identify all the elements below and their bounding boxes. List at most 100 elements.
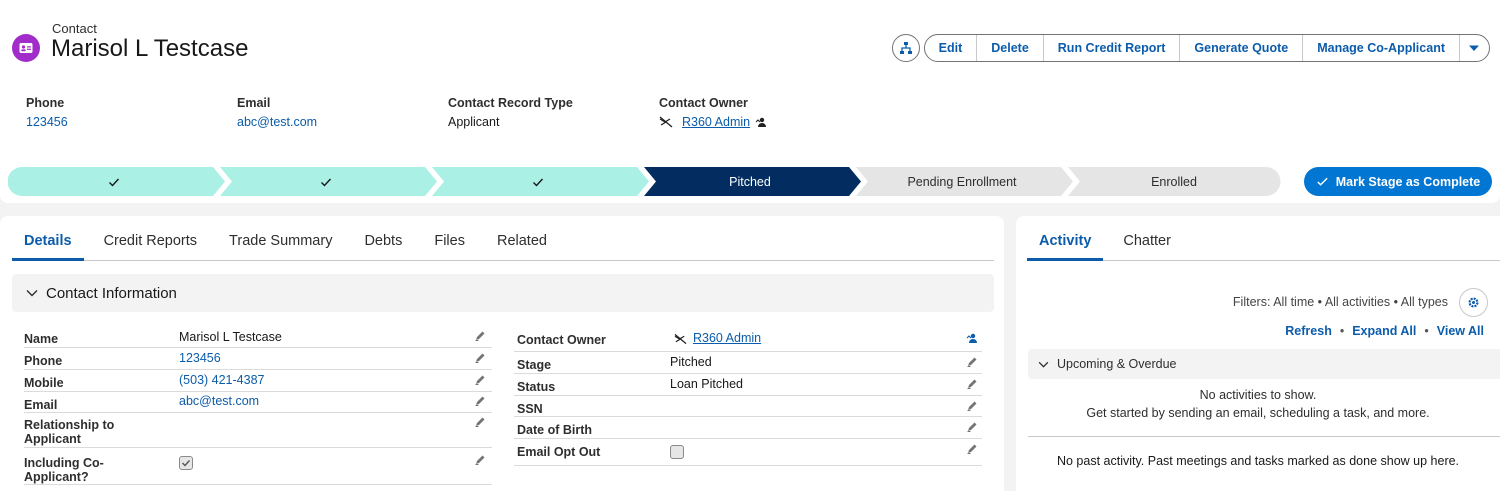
pencil-icon[interactable]: [474, 352, 486, 364]
pencil-icon[interactable]: [966, 400, 978, 412]
tab-details[interactable]: Details: [12, 230, 84, 261]
manage-co-applicant-button[interactable]: Manage Co-Applicant: [1303, 35, 1460, 61]
pencil-icon[interactable]: [966, 378, 978, 390]
path-stage-label: Pending Enrollment: [907, 174, 1017, 189]
generate-quote-button[interactable]: Generate Quote: [1180, 35, 1304, 61]
activity-card: Activity Chatter Filters: All time • All…: [1016, 216, 1500, 491]
highlight-owner-label: Contact Owner: [659, 96, 748, 110]
fields-right-column: Contact Owner R360 Admin Stage Pitched S…: [514, 326, 982, 466]
user-avatar-icon: [659, 116, 673, 128]
field-value-link[interactable]: (503) 421-4387: [179, 373, 264, 387]
stage-path-bar: Pitched Pending Enrollment Enrolled Mark…: [0, 160, 1500, 203]
edit-button[interactable]: Edit: [925, 35, 978, 61]
owner-link[interactable]: R360 Admin: [682, 115, 750, 129]
record-header: Contact Marisol L Testcase Edit Delete R…: [0, 0, 1500, 160]
chevron-down-icon: [1038, 361, 1049, 368]
run-credit-report-button[interactable]: Run Credit Report: [1044, 35, 1181, 61]
change-owner-icon[interactable]: [966, 332, 978, 344]
upcoming-overdue-section[interactable]: Upcoming & Overdue: [1028, 349, 1500, 379]
path-stage-6[interactable]: Enrolled: [1068, 167, 1281, 196]
field-value: Pitched: [670, 355, 712, 369]
path-stage-current[interactable]: Pitched: [644, 167, 861, 196]
pencil-icon[interactable]: [966, 356, 978, 368]
field-row: Mobile (503) 421-4387: [24, 370, 492, 392]
tab-credit-reports[interactable]: Credit Reports: [92, 230, 209, 261]
divider: [1028, 436, 1500, 437]
change-owner-icon[interactable]: [755, 116, 767, 128]
path-stage-3[interactable]: [432, 167, 649, 196]
hierarchy-icon: [899, 42, 912, 54]
gear-icon: [1468, 297, 1479, 308]
highlight-phone-label: Phone: [26, 96, 65, 110]
path-stage-2[interactable]: [220, 167, 437, 196]
pencil-icon[interactable]: [474, 330, 486, 342]
activity-settings-button[interactable]: [1459, 288, 1488, 317]
field-label: Name: [24, 332, 59, 346]
field-label: Contact Owner: [517, 333, 606, 347]
tab-chatter[interactable]: Chatter: [1111, 230, 1183, 261]
past-activity-text: No past activity. Past meetings and task…: [1056, 454, 1460, 468]
tab-files[interactable]: Files: [422, 230, 477, 261]
pencil-icon[interactable]: [474, 454, 486, 466]
stage-path: Pitched Pending Enrollment Enrolled: [8, 167, 1281, 196]
field-label: Relationship to Applicant: [24, 418, 115, 446]
record-tabs: Details Credit Reports Trade Summary Deb…: [12, 230, 994, 261]
user-avatar-icon: [674, 333, 687, 345]
field-value-link[interactable]: 123456: [179, 351, 221, 365]
mark-stage-complete-label: Mark Stage as Complete: [1335, 174, 1481, 189]
highlight-record-type-label: Contact Record Type: [448, 96, 573, 110]
field-row: Phone 123456: [24, 348, 492, 370]
field-row: Name Marisol L Testcase: [24, 326, 492, 348]
field-row: Including Co-Applicant?: [24, 448, 492, 485]
highlight-record-type-value: Applicant: [448, 115, 500, 129]
highlight-email-value[interactable]: abc@test.com: [237, 115, 317, 129]
pencil-icon[interactable]: [474, 416, 486, 428]
tab-activity[interactable]: Activity: [1027, 230, 1104, 261]
more-actions-button[interactable]: [1460, 35, 1489, 61]
activity-tabs: Activity Chatter: [1027, 230, 1500, 261]
field-label: Stage: [517, 358, 552, 372]
field-row: Relationship to Applicant: [24, 413, 492, 448]
highlight-owner: Contact Owner R360 Admin: [659, 96, 767, 129]
contact-icon: [12, 34, 40, 62]
action-button-group: Edit Delete Run Credit Report Generate Q…: [923, 34, 1490, 62]
tab-trade-summary[interactable]: Trade Summary: [217, 230, 344, 261]
expand-all-link[interactable]: Expand All: [1352, 324, 1416, 338]
section-title: Contact Information: [46, 284, 177, 302]
pencil-icon[interactable]: [474, 395, 486, 407]
field-label: SSN: [517, 402, 543, 416]
highlight-email-label: Email: [237, 96, 271, 110]
field-row: Status Loan Pitched: [514, 374, 982, 396]
activity-links: Refresh • Expand All • View All: [1285, 324, 1484, 338]
pencil-icon[interactable]: [966, 421, 978, 433]
checkmark-icon: [321, 178, 332, 187]
details-card: Details Credit Reports Trade Summary Deb…: [0, 216, 1004, 491]
page-title: Marisol L Testcase: [51, 35, 249, 62]
field-row: Email abc@test.com: [24, 392, 492, 413]
section-header[interactable]: Contact Information: [12, 274, 994, 312]
upcoming-title: Upcoming & Overdue: [1057, 357, 1177, 371]
checkmark-icon: [109, 178, 120, 187]
delete-button[interactable]: Delete: [977, 35, 1044, 61]
path-stage-5[interactable]: Pending Enrollment: [856, 167, 1073, 196]
view-all-link[interactable]: View All: [1437, 324, 1484, 338]
field-label: Status: [517, 380, 556, 394]
mark-stage-complete-button[interactable]: Mark Stage as Complete: [1304, 167, 1492, 196]
pencil-icon[interactable]: [966, 443, 978, 455]
field-row: Date of Birth: [514, 417, 982, 439]
hierarchy-button[interactable]: [891, 34, 920, 62]
pencil-icon[interactable]: [474, 374, 486, 386]
chevron-down-icon: [1469, 45, 1479, 51]
refresh-link[interactable]: Refresh: [1285, 324, 1332, 338]
highlight-phone-value[interactable]: 123456: [26, 115, 68, 129]
tab-debts[interactable]: Debts: [352, 230, 414, 261]
empty-state-title: No activities to show.: [1199, 388, 1317, 402]
checkmark-icon: [1317, 177, 1328, 186]
field-row: SSN: [514, 396, 982, 417]
tab-related[interactable]: Related: [485, 230, 559, 261]
owner-link[interactable]: R360 Admin: [693, 331, 761, 345]
field-value-link[interactable]: abc@test.com: [179, 394, 259, 408]
field-label: Phone: [24, 354, 63, 368]
path-stage-1[interactable]: [8, 167, 225, 196]
field-label: Including Co-Applicant?: [24, 456, 104, 484]
